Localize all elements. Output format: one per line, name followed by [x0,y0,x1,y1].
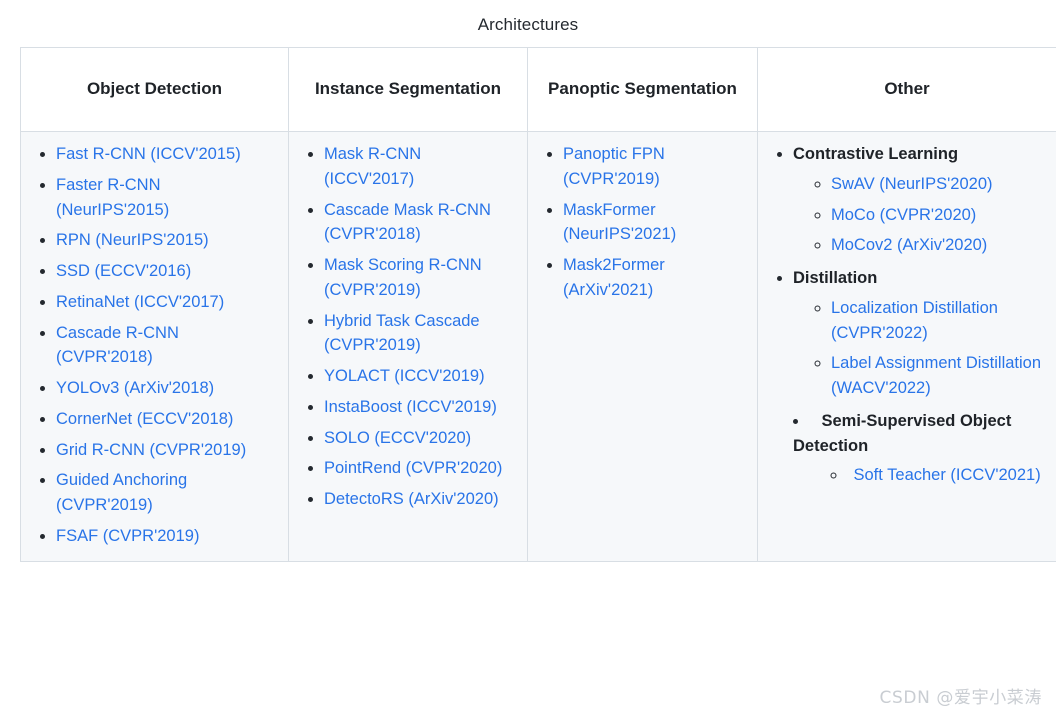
list-panoptic-segmentation: Panoptic FPN (CVPR'2019) MaskFormer (Neur… [541,142,744,303]
other-link[interactable]: MoCo (CVPR'2020) [831,206,976,224]
sub-list-item: Soft Teacher (ICCV'2021) [831,463,1043,488]
list-item: Cascade R-CNN (CVPR'2018) [56,321,275,371]
cell-panoptic-segmentation: Panoptic FPN (CVPR'2019) MaskFormer (Neur… [527,131,758,562]
list-item: RetinaNet (ICCV'2017) [56,290,275,315]
other-link[interactable]: MoCov2 (ArXiv'2020) [831,236,987,254]
table-body: Fast R-CNN (ICCV'2015) Faster R-CNN (Neur… [20,131,1056,562]
other-link[interactable]: Soft Teacher (ICCV'2021) [854,466,1041,484]
object-detection-link[interactable]: FSAF (CVPR'2019) [56,527,199,545]
other-link[interactable]: SwAV (NeurIPS'2020) [831,175,993,193]
list-object-detection: Fast R-CNN (ICCV'2015) Faster R-CNN (Neur… [34,142,275,549]
sub-list-item: MoCov2 (ArXiv'2020) [831,233,1043,258]
group-item: Contrastive Learning SwAV (NeurIPS'2020) M… [793,142,1043,258]
other-link[interactable]: Label Assignment Distillation (WACV'2022… [831,354,1041,397]
list-item: CornerNet (ECCV'2018) [56,407,275,432]
object-detection-link[interactable]: Fast R-CNN (ICCV'2015) [56,145,241,163]
instance-segmentation-link[interactable]: Hybrid Task Cascade (CVPR'2019) [324,312,480,355]
list-item: Mask R-CNN (ICCV'2017) [324,142,514,192]
object-detection-link[interactable]: SSD (ECCV'2016) [56,262,191,280]
group-sublist: Localization Distillation (CVPR'2022) Lab… [793,296,1043,401]
object-detection-link[interactable]: Faster R-CNN (NeurIPS'2015) [56,176,169,219]
table-header: Object Detection Instance Segmentation P… [20,47,1056,132]
panoptic-segmentation-link[interactable]: Panoptic FPN (CVPR'2019) [563,145,665,188]
list-other: Contrastive Learning SwAV (NeurIPS'2020) M… [771,142,1043,488]
instance-segmentation-link[interactable]: Mask R-CNN (ICCV'2017) [324,145,421,188]
csdn-watermark: CSDN @爱宇小菜涛 [879,688,1042,708]
object-detection-link[interactable]: RPN (NeurIPS'2015) [56,231,209,249]
column-header-instance-segmentation: Instance Segmentation [288,47,528,132]
sub-list-item: MoCo (CVPR'2020) [831,203,1043,228]
sub-list-item: Localization Distillation (CVPR'2022) [831,296,1043,346]
object-detection-link[interactable]: Grid R-CNN (CVPR'2019) [56,441,246,459]
other-link[interactable]: Localization Distillation (CVPR'2022) [831,299,998,342]
group-sublist: SwAV (NeurIPS'2020) MoCo (CVPR'2020) MoCov… [793,172,1043,258]
instance-segmentation-link[interactable]: YOLACT (ICCV'2019) [324,367,485,385]
object-detection-link[interactable]: RetinaNet (ICCV'2017) [56,293,224,311]
list-item: Panoptic FPN (CVPR'2019) [563,142,744,192]
list-item: Hybrid Task Cascade (CVPR'2019) [324,309,514,359]
group-item: Semi-Supervised Object Detection Soft Tea… [771,409,1043,488]
group-title: Distillation [793,269,878,287]
list-item: RPN (NeurIPS'2015) [56,228,275,253]
list-item: PointRend (CVPR'2020) [324,456,514,481]
list-item: Guided Anchoring (CVPR'2019) [56,468,275,518]
group-item: Distillation Localization Distillation (C… [793,266,1043,401]
instance-segmentation-link[interactable]: SOLO (ECCV'2020) [324,429,471,447]
table-caption: Architectures [477,15,579,34]
instance-segmentation-link[interactable]: Mask Scoring R-CNN (CVPR'2019) [324,256,482,299]
list-item: Grid R-CNN (CVPR'2019) [56,438,275,463]
group-title: Contrastive Learning [793,145,959,163]
object-detection-link[interactable]: CornerNet (ECCV'2018) [56,410,233,428]
list-item: Faster R-CNN (NeurIPS'2015) [56,173,275,223]
list-item: MaskFormer (NeurIPS'2021) [563,198,744,248]
list-item: DetectoRS (ArXiv'2020) [324,487,514,512]
object-detection-link[interactable]: Cascade R-CNN (CVPR'2018) [56,324,179,367]
panoptic-segmentation-link[interactable]: MaskFormer (NeurIPS'2021) [563,201,676,244]
list-instance-segmentation: Mask R-CNN (ICCV'2017) Cascade Mask R-CNN… [302,142,514,512]
list-item: YOLOv3 (ArXiv'2018) [56,376,275,401]
column-header-panoptic-segmentation: Panoptic Segmentation [527,47,758,132]
instance-segmentation-link[interactable]: DetectoRS (ArXiv'2020) [324,490,499,508]
instance-segmentation-link[interactable]: PointRend (CVPR'2020) [324,459,502,477]
list-item: FSAF (CVPR'2019) [56,524,275,549]
sub-list-item: Label Assignment Distillation (WACV'2022… [831,351,1043,401]
cell-instance-segmentation: Mask R-CNN (ICCV'2017) Cascade Mask R-CNN… [288,131,528,562]
instance-segmentation-link[interactable]: Cascade Mask R-CNN (CVPR'2018) [324,201,491,244]
object-detection-link[interactable]: YOLOv3 (ArXiv'2018) [56,379,214,397]
column-header-other: Other [757,47,1056,132]
column-header-object-detection: Object Detection [20,47,289,132]
instance-segmentation-link[interactable]: InstaBoost (ICCV'2019) [324,398,497,416]
cell-object-detection: Fast R-CNN (ICCV'2015) Faster R-CNN (Neur… [20,131,289,562]
list-item: InstaBoost (ICCV'2019) [324,395,514,420]
list-item: Cascade Mask R-CNN (CVPR'2018) [324,198,514,248]
list-item: YOLACT (ICCV'2019) [324,364,514,389]
list-item: SOLO (ECCV'2020) [324,426,514,451]
architectures-table: Object Detection Instance Segmentation P… [20,47,1056,562]
object-detection-link[interactable]: Guided Anchoring (CVPR'2019) [56,471,187,514]
list-item: Fast R-CNN (ICCV'2015) [56,142,275,167]
sub-list-item: SwAV (NeurIPS'2020) [831,172,1043,197]
list-item: Mask2Former (ArXiv'2021) [563,253,744,303]
list-item: SSD (ECCV'2016) [56,259,275,284]
group-sublist: Soft Teacher (ICCV'2021) [793,463,1043,488]
list-item: Mask Scoring R-CNN (CVPR'2019) [324,253,514,303]
cell-other: Contrastive Learning SwAV (NeurIPS'2020) M… [757,131,1056,562]
page-root: Architectures Object Detection Instance … [0,0,1056,714]
table-header-row: Object Detection Instance Segmentation P… [20,47,1056,132]
group-title: Semi-Supervised Object Detection [793,411,1012,455]
table-row: Fast R-CNN (ICCV'2015) Faster R-CNN (Neur… [20,131,1056,562]
panoptic-segmentation-link[interactable]: Mask2Former (ArXiv'2021) [563,256,665,299]
